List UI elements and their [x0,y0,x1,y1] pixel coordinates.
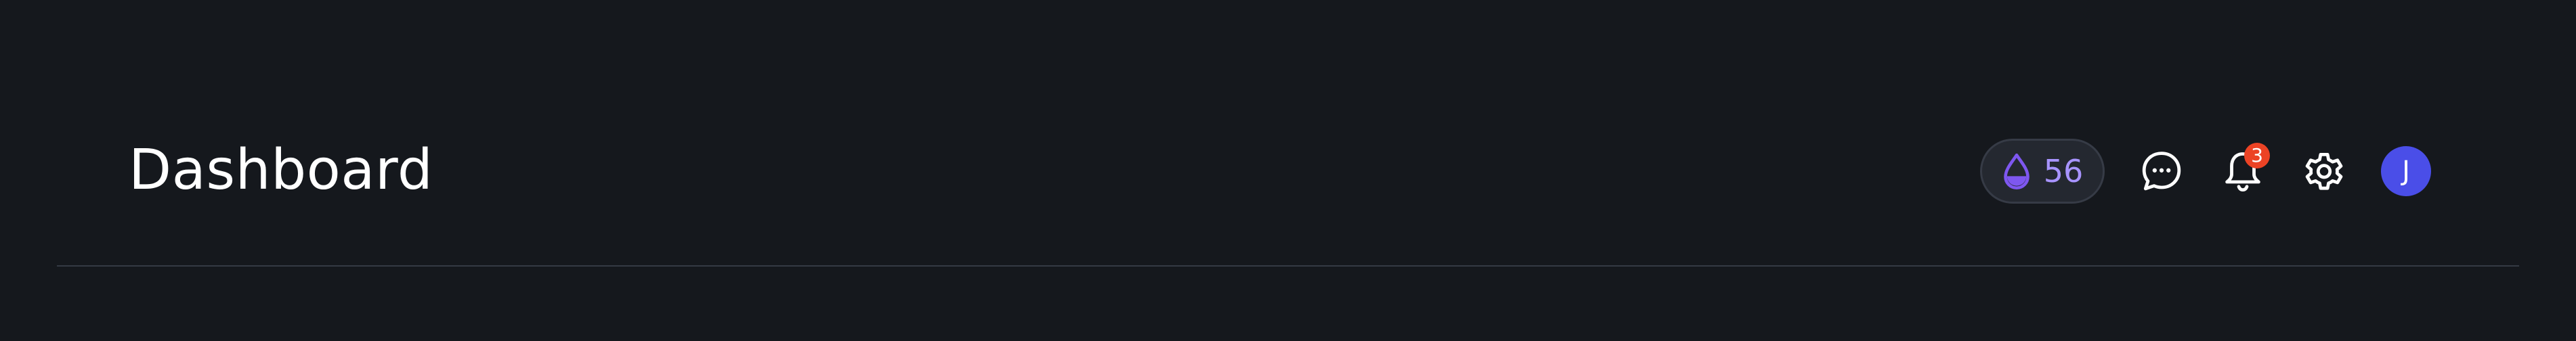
chat-bubble-icon [2142,152,2181,191]
header-divider [57,265,2519,267]
user-avatar[interactable]: J [2381,146,2431,196]
settings-button[interactable] [2300,147,2348,196]
water-drop-icon [2003,153,2030,190]
notification-count-badge: 3 [2244,143,2270,168]
top-header: Dashboard 56 3 J [0,0,2576,267]
points-pill[interactable]: 56 [1980,139,2105,204]
points-value: 56 [2043,153,2084,189]
notifications-button[interactable]: 3 [2218,143,2270,196]
header-actions: 56 3 J [1980,139,2431,204]
messages-button[interactable] [2137,147,2186,196]
gear-icon [2305,153,2343,190]
page-title: Dashboard [129,138,433,202]
